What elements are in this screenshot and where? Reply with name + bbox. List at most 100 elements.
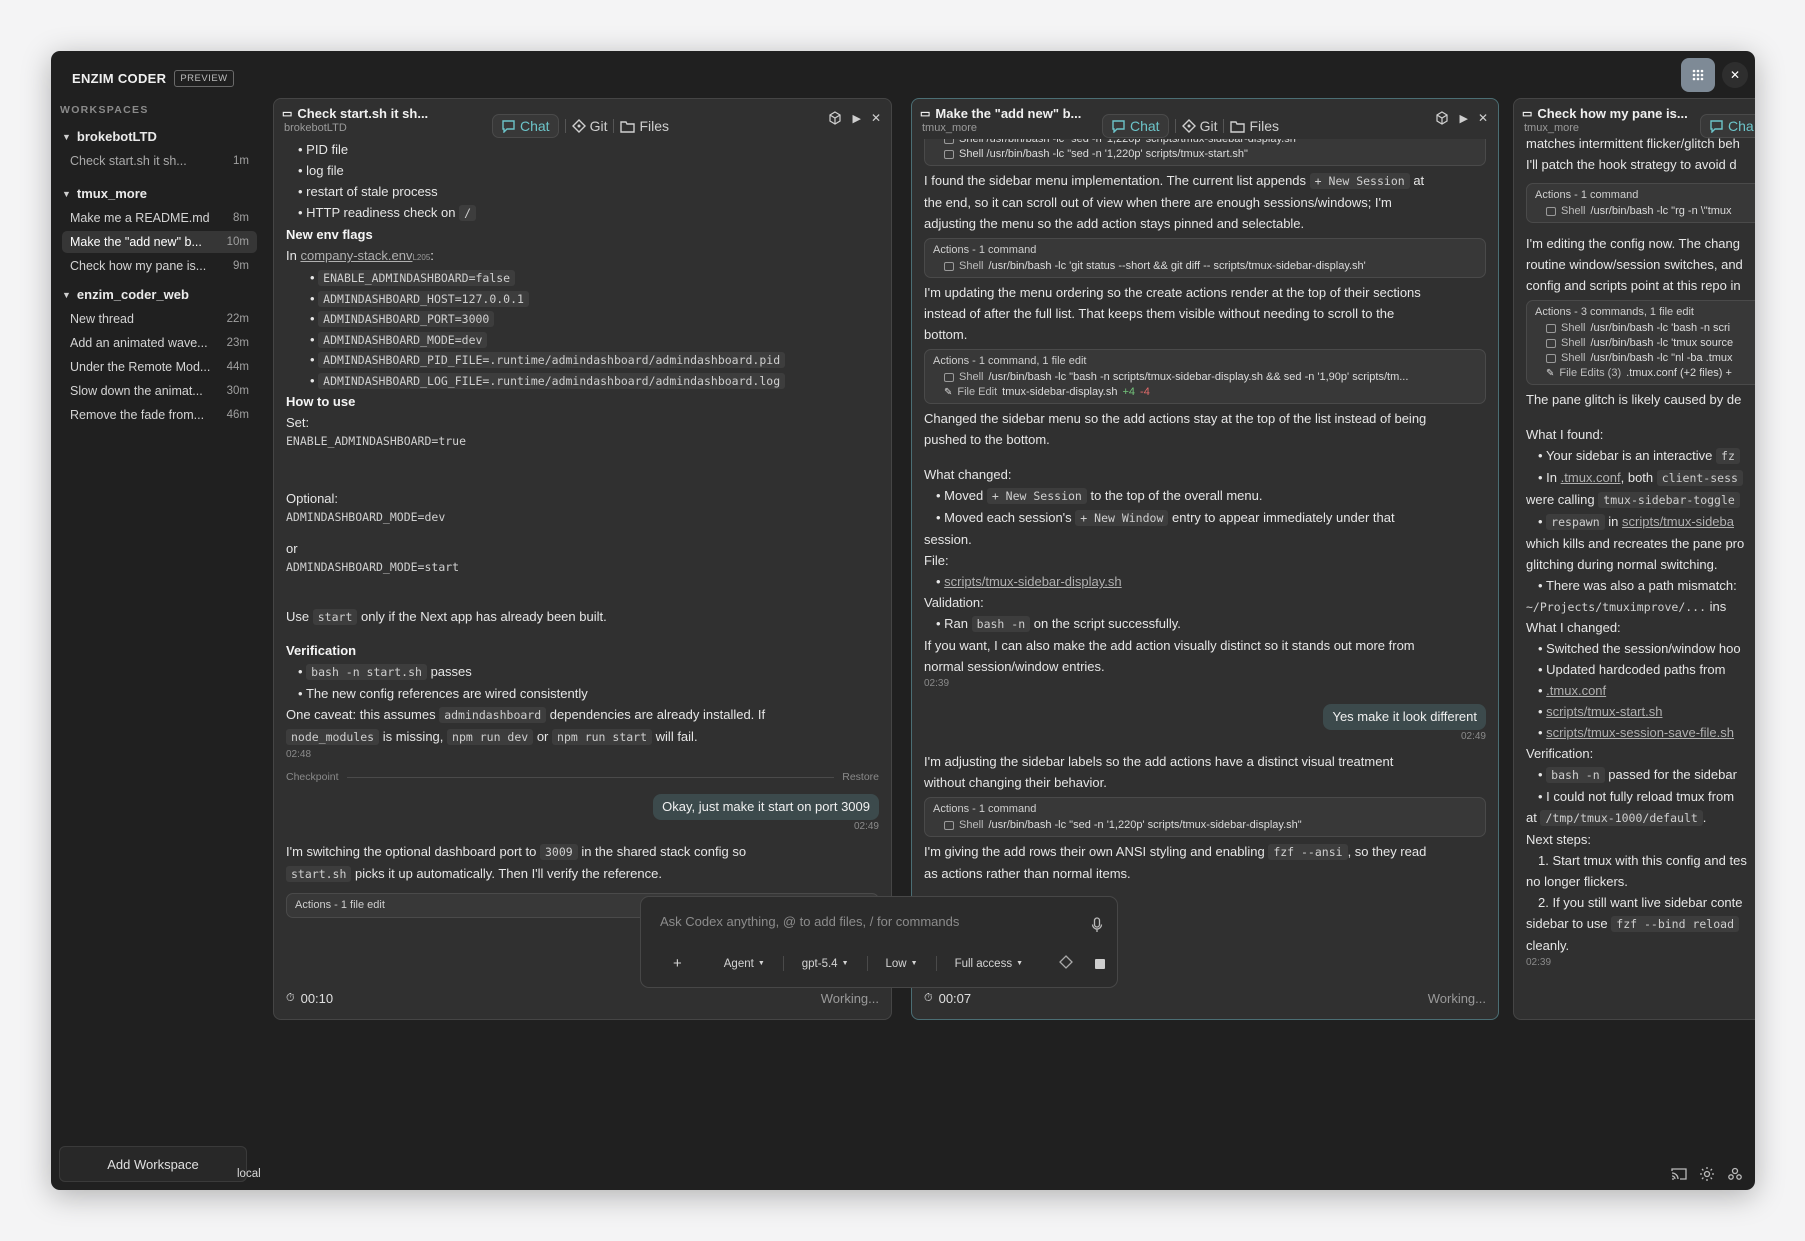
timestamp: 02:49 bbox=[1460, 731, 1486, 742]
text: instead of after the full list. That kee… bbox=[924, 306, 1395, 321]
thread-age: 23m bbox=[226, 337, 249, 349]
tab-git[interactable]: Git bbox=[1181, 118, 1217, 134]
run-icon[interactable]: ▶ bbox=[852, 112, 860, 125]
action-kind: Shell bbox=[959, 819, 984, 831]
diff-added: +4 bbox=[1122, 386, 1136, 398]
text: at bbox=[1526, 810, 1537, 825]
close-icon[interactable]: ✕ bbox=[871, 111, 881, 125]
inline-code: ENABLE_ADMINDASHBOARD=false bbox=[318, 270, 516, 286]
actions-block[interactable]: Actions - 1 command Shell/usr/bin/bash -… bbox=[924, 238, 1486, 278]
action-command: /usr/bin/bash -lc "sed -n '1,220p' scrip… bbox=[988, 819, 1302, 831]
cast-icon[interactable] bbox=[1671, 1167, 1687, 1181]
add-workspace-button[interactable]: Add Workspace bbox=[59, 1146, 247, 1182]
panel-workspace: tmux_more bbox=[922, 122, 978, 134]
list-item: ADMINDASHBOARD_PORT=3000 bbox=[298, 309, 879, 330]
microphone-icon[interactable] bbox=[1091, 917, 1103, 938]
list-item: PID file bbox=[286, 139, 879, 160]
working-status: Working... bbox=[1427, 990, 1486, 1006]
actions-block[interactable]: Shell /usr/bin/bash -lc "sed -n '1,220p'… bbox=[924, 139, 1486, 166]
attach-button[interactable]: + bbox=[673, 955, 682, 972]
file-link[interactable]: company-stack.env bbox=[300, 248, 412, 263]
users-icon[interactable] bbox=[1727, 1166, 1743, 1182]
file-link[interactable]: .tmux.conf bbox=[1561, 470, 1621, 485]
inline-code: bash -n bbox=[1546, 767, 1605, 783]
action-row: Shell/usr/bin/bash -lc 'tmux source bbox=[1535, 336, 1755, 351]
close-icon[interactable]: ✕ bbox=[1478, 111, 1488, 125]
action-row: Shell/usr/bin/bash -lc "bash -n scripts/… bbox=[933, 370, 1477, 385]
text: normal session/window entries. bbox=[924, 659, 1105, 674]
thread-item[interactable]: Under the Remote Mod... 44m bbox=[62, 356, 257, 378]
tab-chat[interactable]: Chat bbox=[492, 114, 559, 138]
code-line: ADMINDASHBOARD_MODE=start bbox=[286, 560, 460, 574]
list-item: restart of stale process bbox=[286, 181, 879, 202]
text: I'll patch the hook strategy to avoid d bbox=[1526, 157, 1737, 172]
cube-icon[interactable] bbox=[1435, 111, 1449, 125]
thread-item-active[interactable]: Make the "add new" b... 10m bbox=[62, 231, 257, 253]
effort-dropdown[interactable]: Low ▼ bbox=[886, 958, 918, 970]
prompt-input[interactable]: Ask Codex anything, @ to add files, / fo… bbox=[660, 914, 959, 929]
thread-item[interactable]: Check how my pane is... 9m bbox=[62, 255, 257, 277]
chevron-down-icon: ▼ bbox=[757, 960, 765, 967]
tab-chat[interactable]: Chat bbox=[1102, 114, 1169, 138]
thread-item[interactable]: Add an animated wave... 23m bbox=[62, 332, 257, 354]
thread-item[interactable]: Remove the fade from... 46m bbox=[62, 404, 257, 426]
tab-files[interactable]: Files bbox=[1230, 118, 1279, 134]
timestamp: 02:48 bbox=[286, 749, 312, 760]
action-row: Shell /usr/bin/bash -lc "sed -n '1,220p'… bbox=[933, 147, 1477, 162]
git-diamond-icon[interactable] bbox=[1059, 955, 1073, 972]
user-message: Yes make it look different bbox=[924, 704, 1486, 730]
workspace-group[interactable]: ▼ enzim_coder_web bbox=[51, 283, 263, 306]
tab-label: Files bbox=[1249, 118, 1280, 134]
text: session. bbox=[924, 532, 972, 547]
thread-item[interactable]: Make me a README.md 8m bbox=[62, 207, 257, 229]
thread-item[interactable]: New thread 22m bbox=[62, 308, 257, 330]
action-kind: File Edits (3) bbox=[1559, 367, 1622, 379]
text: In company-stack.envL205: bbox=[286, 248, 434, 263]
restore-button[interactable]: Restore bbox=[842, 767, 879, 788]
cube-icon[interactable] bbox=[828, 111, 842, 125]
actions-block[interactable]: Actions - 3 commands, 1 file edit Shell /… bbox=[1526, 300, 1755, 385]
inline-code: start.sh bbox=[286, 866, 352, 882]
code-text: ~/Projects/tmuximprove/... bbox=[1526, 600, 1707, 614]
actions-header: Actions - 3 commands, 1 file edit bbox=[1535, 306, 1694, 318]
chat-panel-2: ▭ Make the "add new" b... tmux_more Chat G… bbox=[911, 98, 1499, 1020]
chat-panel-3: ▭ Check how my pane is... tmux_more Cha ma… bbox=[1513, 98, 1755, 1020]
workspace-group[interactable]: ▼ brokebotLTD bbox=[51, 125, 263, 148]
text: Next steps: bbox=[1526, 832, 1592, 847]
agent-dropdown[interactable]: Agent ▼ bbox=[724, 958, 765, 970]
text: I found the sidebar menu implementation.… bbox=[924, 170, 1486, 192]
text: I'm switching the optional dashboard por… bbox=[286, 844, 537, 859]
file-link[interactable]: .tmux.conf bbox=[1546, 683, 1606, 698]
grid-layout-button[interactable] bbox=[1681, 58, 1715, 92]
run-icon[interactable]: ▶ bbox=[1459, 112, 1467, 125]
inline-code: bash -n bbox=[971, 616, 1031, 632]
model-dropdown[interactable]: gpt-5.4 ▼ bbox=[802, 958, 849, 970]
stop-button[interactable] bbox=[1095, 958, 1105, 969]
text: only if the Next app has already been bu… bbox=[361, 609, 607, 624]
app-name: ENZIM CODER bbox=[72, 71, 167, 86]
close-app-button[interactable]: ✕ bbox=[1722, 62, 1748, 88]
thread-item[interactable]: Check start.sh it sh... 1m bbox=[62, 150, 257, 172]
env-list: ENABLE_ADMINDASHBOARD=false ADMINDASHBOA… bbox=[286, 268, 879, 391]
thread-age: 1m bbox=[233, 155, 249, 167]
actions-block[interactable]: Actions - 1 command, 1 file edit Shell/u… bbox=[924, 349, 1486, 404]
gear-icon[interactable] bbox=[1699, 1166, 1715, 1182]
thread-age: 8m bbox=[233, 212, 249, 224]
access-dropdown[interactable]: Full access ▼ bbox=[955, 958, 1023, 970]
text: dependencies are already installed. If bbox=[549, 707, 766, 722]
file-link[interactable]: scripts/tmux-session-save-file.sh bbox=[1546, 725, 1734, 740]
file-link[interactable]: scripts/tmux-start.sh bbox=[1546, 704, 1662, 719]
thread-item[interactable]: Slow down the animat... 30m bbox=[62, 380, 257, 402]
file-link[interactable]: scripts/tmux-sideba bbox=[1622, 514, 1734, 529]
workspace-group[interactable]: ▼ tmux_more bbox=[51, 182, 263, 205]
panel-title: Make the "add new" b... bbox=[935, 106, 1082, 121]
tab-files[interactable]: Files bbox=[620, 118, 669, 134]
workspace-name: brokebotLTD bbox=[76, 129, 157, 144]
actions-block[interactable]: Actions - 1 command Shell/usr/bin/bash -… bbox=[924, 797, 1486, 837]
close-icon: ✕ bbox=[1729, 68, 1741, 82]
tab-git[interactable]: Git bbox=[571, 118, 607, 134]
thread-title: Under the Remote Mod... bbox=[70, 360, 211, 374]
file-link[interactable]: scripts/tmux-sidebar-display.sh bbox=[944, 574, 1121, 589]
actions-block[interactable]: Actions - 1 command Shell/usr/bin/bash -… bbox=[1526, 183, 1755, 223]
text: File: bbox=[924, 553, 949, 568]
